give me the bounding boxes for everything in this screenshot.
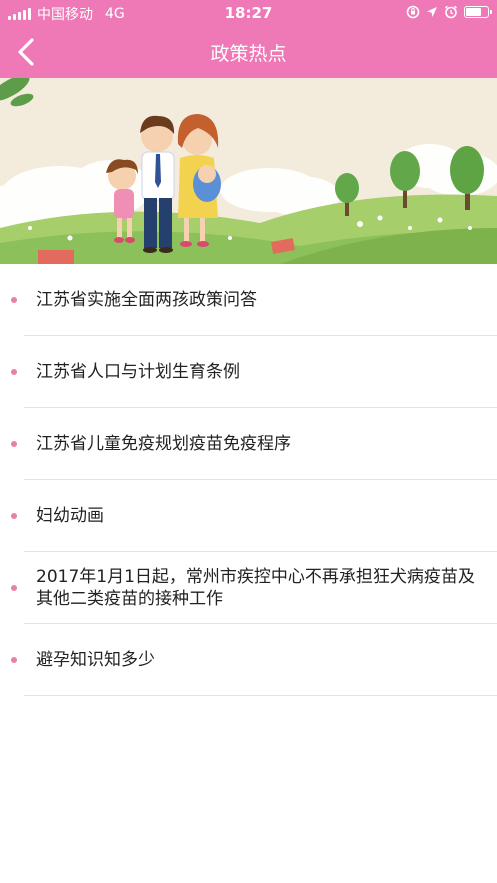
status-bar: 中国移动 4G 18:27 — [0, 0, 497, 26]
header-bar: 中国移动 4G 18:27 政策热点 — [0, 0, 497, 78]
list-item[interactable]: 江苏省人口与计划生育条例 — [0, 336, 497, 408]
status-right — [406, 5, 492, 19]
list-item-title: 妇幼动画 — [36, 506, 104, 526]
bullet-icon — [11, 369, 17, 375]
list-item-title: 2017年1月1日起，常州市疾控中心不再承担狂犬病疫苗及其他二类疫苗的接种工作 — [36, 567, 475, 609]
battery-icon — [464, 6, 492, 18]
family-illustration — [0, 78, 497, 264]
battery-fill — [466, 8, 481, 16]
bullet-icon — [11, 513, 17, 519]
list-item-title: 江苏省实施全面两孩政策问答 — [36, 290, 257, 310]
list-item-title: 江苏省人口与计划生育条例 — [36, 362, 240, 382]
list-item[interactable]: 江苏省实施全面两孩政策问答 — [0, 264, 497, 336]
navigation-bar: 政策热点 — [0, 26, 497, 78]
banner-image — [0, 78, 497, 264]
list-item-title: 江苏省儿童免疫规划疫苗免疫程序 — [36, 434, 291, 454]
list-item[interactable]: 避孕知识知多少 — [0, 624, 497, 696]
policy-list: 江苏省实施全面两孩政策问答 江苏省人口与计划生育条例江苏省儿童免疫规划疫苗免疫程序… — [0, 264, 497, 696]
bullet-icon — [11, 657, 17, 663]
list-item[interactable]: 2017年1月1日起，常州市疾控中心不再承担狂犬病疫苗及其他二类疫苗的接种工作 — [0, 552, 497, 624]
lock-rotation-icon — [406, 5, 420, 19]
bullet-icon — [11, 585, 17, 591]
list-item[interactable]: 妇幼动画 — [0, 480, 497, 552]
bullet-icon — [11, 297, 17, 303]
list-item[interactable]: 江苏省儿童免疫规划疫苗免疫程序 — [0, 408, 497, 480]
page-title: 政策热点 — [210, 43, 287, 65]
location-icon — [427, 7, 437, 17]
list-item-title: 避孕知识知多少 — [36, 650, 155, 670]
alarm-icon — [445, 5, 457, 19]
bullet-icon — [11, 441, 17, 447]
